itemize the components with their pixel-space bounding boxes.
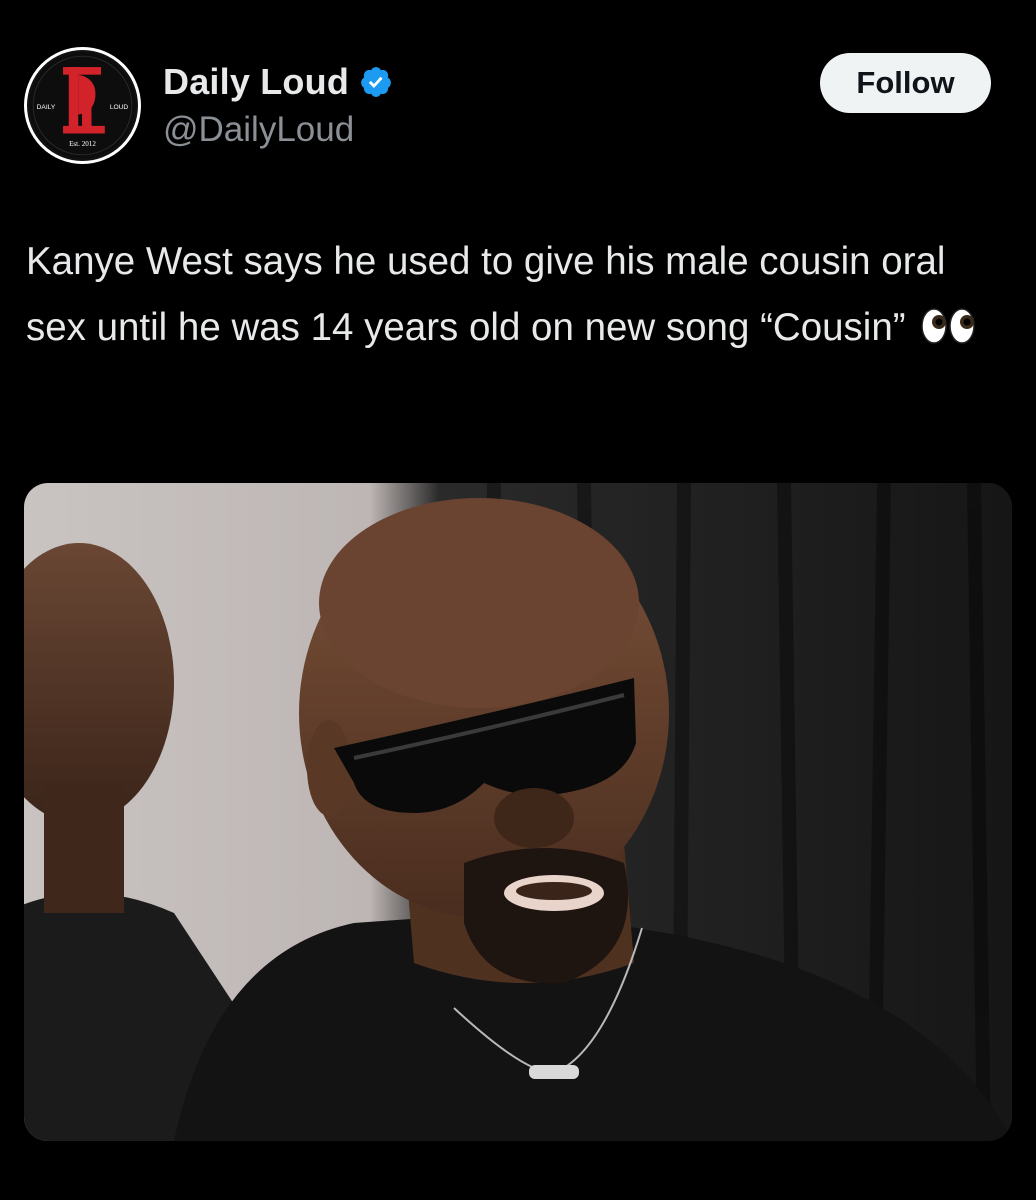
- avatar-left-text: DAILY: [37, 104, 56, 111]
- follow-button[interactable]: Follow: [820, 53, 991, 113]
- tweet-text: Kanye West says he used to give his male…: [26, 229, 1016, 361]
- post-card: DAILY LOUD Est. 2012 Daily Loud @DailyLo…: [0, 0, 1036, 1200]
- daily-loud-logo: DAILY LOUD Est. 2012: [29, 52, 136, 159]
- author-name-row: Daily Loud: [163, 60, 393, 104]
- eyes-emoji: [920, 306, 976, 346]
- author-handle[interactable]: @DailyLoud: [163, 110, 393, 150]
- avatar[interactable]: DAILY LOUD Est. 2012: [24, 47, 141, 164]
- avatar-bottom-text: Est. 2012: [69, 140, 96, 148]
- author-block: Daily Loud @DailyLoud: [163, 60, 393, 150]
- author-display-name[interactable]: Daily Loud: [163, 61, 349, 103]
- verified-badge-icon: [361, 67, 391, 97]
- photo-icon: [24, 483, 1012, 1141]
- tweet-text-content: Kanye West says he used to give his male…: [26, 240, 946, 349]
- avatar-right-text: LOUD: [110, 104, 129, 111]
- media-photo[interactable]: [24, 483, 1012, 1141]
